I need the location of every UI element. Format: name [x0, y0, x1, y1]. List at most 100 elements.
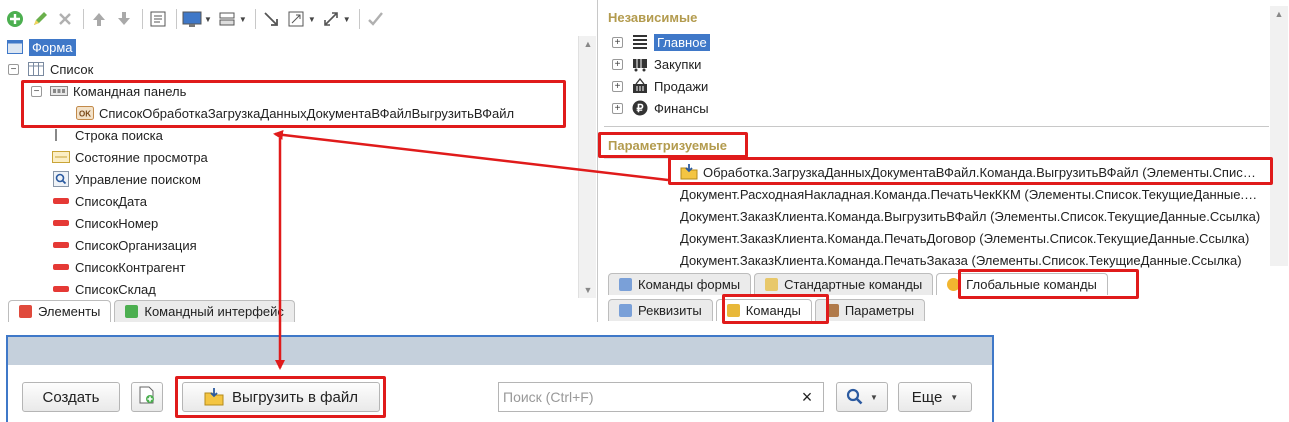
export-to-file-button[interactable]: Выгрузить в файл [182, 382, 380, 412]
layout-icon[interactable] [216, 8, 238, 30]
field-icon [52, 259, 70, 275]
search-icon [846, 388, 864, 406]
tab-label: Командный интерфейс [144, 304, 284, 319]
tree-item-field-organization[interactable]: СписокОрганизация [52, 234, 197, 256]
check-icon[interactable] [364, 8, 386, 30]
expand-icon[interactable] [320, 8, 342, 30]
link-arrow-icon[interactable] [260, 8, 282, 30]
elements-toolbar: ▼ ▼ ▼ ▼ [4, 6, 594, 32]
add-icon[interactable] [4, 8, 26, 30]
tab-global-commands[interactable]: Глобальные команды [936, 273, 1108, 295]
tree-item-label: СписокОрганизация [75, 237, 197, 253]
list-item-main[interactable]: + Главное [612, 31, 710, 53]
vertical-scrollbar[interactable]: ▲ ▼ [578, 36, 596, 298]
elements-icon [19, 305, 32, 318]
tab-attributes[interactable]: Реквизиты [608, 299, 713, 321]
global-commands-icon [947, 278, 961, 291]
scroll-up-icon[interactable]: ▲ [579, 36, 597, 52]
move-up-icon[interactable] [88, 8, 110, 30]
view-state-icon [52, 149, 70, 165]
command-interface-icon [125, 305, 139, 318]
tab-label: Команды формы [638, 277, 741, 292]
expand-icon[interactable]: + [612, 80, 623, 92]
edit-icon[interactable] [29, 8, 51, 30]
form-commands-icon [619, 278, 632, 291]
tree-item-label: Управление поиском [75, 171, 201, 187]
clear-search-button[interactable]: × [794, 382, 820, 412]
expand-icon[interactable]: + [612, 102, 623, 114]
list-item-command[interactable]: Документ.ЗаказКлиента.Команда.ПечатьЗака… [680, 249, 1266, 271]
chevron-down-icon[interactable]: ▼ [239, 15, 247, 24]
list-item-command[interactable]: Документ.РасходнаяНакладная.Команда.Печа… [680, 183, 1266, 205]
list-item-command[interactable]: Документ.ЗаказКлиента.Команда.ВыгрузитьВ… [680, 205, 1266, 227]
toolbar-separator [83, 9, 84, 29]
chevron-down-icon: ▼ [870, 392, 878, 402]
expand-icon[interactable]: + [612, 36, 623, 48]
list-item-command[interactable]: Документ.ЗаказКлиента.Команда.ПечатьДого… [680, 227, 1266, 249]
toolbar-separator [358, 9, 360, 29]
tab-commands[interactable]: Команды [715, 299, 812, 321]
collapse-icon[interactable]: − [31, 85, 42, 97]
tree-item-search-string[interactable]: Строка поиска [52, 124, 163, 146]
tab-label: Стандартные команды [784, 277, 923, 292]
parameters-icon [825, 304, 839, 317]
tree-item-field-date[interactable]: СписокДата [52, 190, 147, 212]
toolbar-separator [176, 9, 177, 29]
ok-button-icon: OK [76, 105, 94, 121]
tab-parameters[interactable]: Параметры [814, 299, 926, 321]
more-button[interactable]: Еще ▼ [898, 382, 972, 412]
field-icon [52, 215, 70, 231]
search-input[interactable]: Поиск (Ctrl+F) [498, 382, 824, 412]
list-item-label: Закупки [654, 56, 702, 72]
scroll-up-icon[interactable]: ▲ [1270, 6, 1288, 22]
tree-item-list[interactable]: − Список [8, 58, 93, 80]
tree-item-label: СписокКонтрагент [75, 259, 186, 275]
tree-item-export-button[interactable]: OK СписокОбработкаЗагрузкаДанныхДокумент… [76, 102, 514, 124]
list-item-finance[interactable]: + ₽ Финансы [612, 97, 709, 119]
create-button[interactable]: Создать [22, 382, 120, 412]
vertical-scrollbar[interactable]: ▲ [1270, 6, 1288, 266]
collapse-icon[interactable]: − [8, 63, 19, 75]
tab-command-interface[interactable]: Командный интерфейс [114, 300, 295, 322]
tree-item-search-control[interactable]: Управление поиском [52, 168, 201, 190]
tab-label: Элементы [38, 304, 101, 319]
field-icon [52, 193, 70, 209]
commands-icon [726, 304, 740, 317]
copy-button[interactable] [131, 382, 163, 412]
chevron-down-icon[interactable]: ▼ [343, 15, 351, 24]
delete-icon[interactable] [54, 8, 76, 30]
expand-icon[interactable]: + [612, 58, 623, 70]
tab-label: Реквизиты [638, 303, 702, 318]
tree-item-field-warehouse[interactable]: СписокСклад [52, 278, 156, 298]
tree-item-field-counterparty[interactable]: СписокКонтрагент [52, 256, 185, 278]
scroll-down-icon[interactable]: ▼ [579, 282, 597, 298]
tab-label: Глобальные команды [966, 277, 1097, 292]
search-button[interactable]: ▼ [836, 382, 888, 412]
command-interface-panel: Независимые + Главное + Закупки + Продаж… [604, 0, 1289, 322]
tree-item-command-panel[interactable]: − Командная панель [31, 80, 186, 102]
close-icon: × [801, 386, 813, 407]
list-item-sales[interactable]: + Продажи [612, 75, 708, 97]
tree-item-field-number[interactable]: СписокНомер [52, 212, 158, 234]
tree-item-label: Состояние просмотра [75, 149, 208, 165]
tree-item-view-state[interactable]: Состояние просмотра [52, 146, 208, 168]
list-item-label: Документ.ЗаказКлиента.Команда.ПечатьЗака… [680, 252, 1242, 268]
elements-tree: Форма − Список − Командная панель OK Спи… [0, 36, 578, 298]
list-item-label: Документ.ЗаказКлиента.Команда.ПечатьДого… [680, 230, 1250, 246]
properties-icon[interactable] [147, 8, 169, 30]
chevron-down-icon[interactable]: ▼ [308, 15, 316, 24]
tab-form-commands[interactable]: Команды формы [608, 273, 752, 295]
tree-item-form[interactable]: Форма [6, 36, 76, 58]
tab-elements[interactable]: Элементы [8, 300, 112, 322]
move-down-icon[interactable] [113, 8, 135, 30]
list-item-purchases[interactable]: + Закупки [612, 53, 701, 75]
chevron-down-icon[interactable]: ▼ [204, 15, 212, 24]
list-item-label: Продажи [654, 78, 709, 94]
resize-icon[interactable] [285, 8, 307, 30]
tab-standard-commands[interactable]: Стандартные команды [754, 273, 934, 295]
preview-icon[interactable] [181, 8, 203, 30]
tree-item-label: Список [50, 61, 94, 77]
svg-text:OK: OK [79, 110, 91, 119]
list-item-export-command[interactable]: Обработка.ЗагрузкаДанныхДокументаВФайл.К… [680, 161, 1263, 183]
search-placeholder: Поиск (Ctrl+F) [503, 389, 594, 405]
